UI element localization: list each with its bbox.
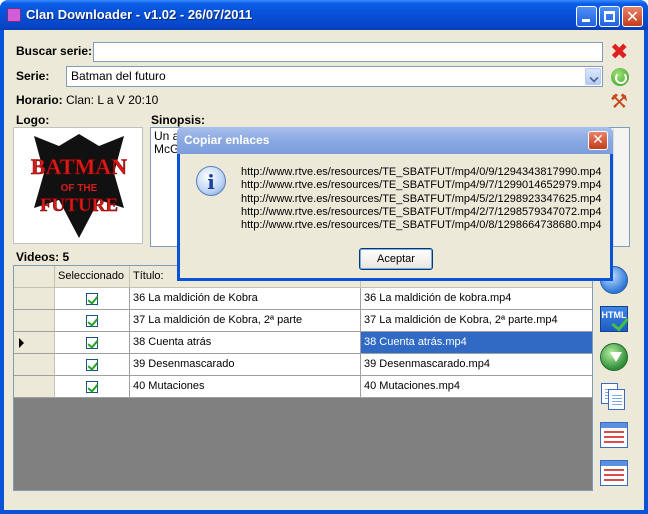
maximize-button[interactable] (599, 6, 620, 27)
schedule-label: Horario: (16, 93, 63, 107)
minimize-icon (582, 19, 590, 22)
export-html-button[interactable]: HTML (600, 306, 630, 336)
dialog-close-button[interactable]: ✕ (588, 131, 608, 150)
url-line: http://www.rtve.es/resources/TE_SBATFUT/… (241, 192, 602, 205)
clear-search-icon[interactable]: ✖ (610, 42, 628, 64)
copy-links-dialog: Copiar enlaces ✕ i http://www.rtve.es/re… (177, 127, 613, 281)
videos-count-label: Videos: 5 (16, 250, 70, 264)
series-selected-value: Batman del futuro (71, 69, 166, 83)
row-title[interactable]: 36 La maldición de Kobra (130, 288, 361, 310)
row-file[interactable]: 37 La maldición de Kobra, 2ª parte.mp4 (361, 310, 592, 332)
column-header-selected[interactable]: Seleccionado (55, 266, 130, 288)
schedule-value: Clan: L a V 20:10 (66, 93, 159, 107)
row-header[interactable] (14, 376, 55, 398)
logo-text-1: BATMAN (31, 154, 127, 179)
logo-text-3: FUTURE (40, 195, 118, 216)
html-icon: HTML (600, 306, 628, 332)
row-header[interactable] (14, 332, 55, 354)
close-icon: ✕ (592, 132, 604, 148)
checkbox-checked-icon[interactable] (86, 359, 98, 371)
refresh-icon[interactable] (611, 68, 629, 86)
search-input[interactable] (93, 42, 603, 62)
select-none-button[interactable] (600, 460, 630, 490)
row-file[interactable]: 40 Mutaciones.mp4 (361, 376, 592, 398)
row-file[interactable]: 39 Desenmascarado.mp4 (361, 354, 592, 376)
tools-icon[interactable]: ⚒ (610, 91, 628, 111)
row-title[interactable]: 38 Cuenta atrás (130, 332, 361, 354)
url-line: http://www.rtve.es/resources/TE_SBATFUT/… (241, 166, 602, 178)
url-line: http://www.rtve.es/resources/TE_SBATFUT/… (241, 205, 602, 218)
checkbox-checked-icon[interactable] (86, 381, 98, 393)
dialog-body: i http://www.rtve.es/resources/TE_SBATFU… (180, 154, 610, 278)
url-list: http://www.rtve.es/resources/TE_SBATFUT/… (241, 166, 602, 232)
url-line: http://www.rtve.es/resources/TE_SBATFUT/… (241, 219, 602, 232)
copy-icon (600, 382, 628, 412)
download-button[interactable] (600, 343, 630, 373)
row-header[interactable] (14, 288, 55, 310)
checkbox-checked-icon[interactable] (86, 315, 98, 327)
row-header[interactable] (14, 310, 55, 332)
window-title: Clan Downloader - v1.02 - 26/07/2011 (26, 7, 253, 22)
batman-logo-image: BATMAN OF THE FUTURE (31, 134, 127, 238)
logo-label: Logo: (16, 113, 50, 127)
row-checkbox-cell[interactable] (55, 354, 130, 376)
url-line: http://www.rtve.es/resources/TE_SBATFUT/… (241, 179, 602, 192)
globe-download-icon (600, 343, 628, 371)
row-checkbox-cell[interactable] (55, 376, 130, 398)
series-logo: BATMAN OF THE FUTURE (13, 127, 143, 244)
grid-header-corner (14, 266, 55, 288)
checkbox-checked-icon[interactable] (86, 337, 98, 349)
series-select[interactable]: Batman del futuro (66, 66, 603, 87)
checklist-icon (600, 460, 628, 486)
title-bar[interactable]: Clan Downloader - v1.02 - 26/07/2011 ✕ (0, 0, 648, 30)
row-checkbox-cell[interactable] (55, 310, 130, 332)
logo-text-2: OF THE (61, 183, 98, 194)
row-title[interactable]: 37 La maldición de Kobra, 2ª parte (130, 310, 361, 332)
info-icon: i (196, 166, 226, 196)
row-file-selected[interactable]: 38 Cuenta atrás.mp4 (361, 332, 592, 354)
maximize-icon (604, 11, 615, 22)
row-checkbox-cell[interactable] (55, 288, 130, 310)
select-all-button[interactable] (600, 422, 630, 452)
close-icon: ✕ (625, 7, 640, 26)
app-icon (7, 8, 21, 22)
synopsis-scrollbar[interactable] (613, 128, 629, 246)
dialog-title-bar[interactable]: Copiar enlaces ✕ (177, 127, 613, 154)
synopsis-text: Un a McG (154, 129, 180, 156)
checklist-icon (600, 422, 628, 448)
row-checkbox-cell[interactable] (55, 332, 130, 354)
accept-button[interactable]: Aceptar (359, 248, 433, 270)
row-header[interactable] (14, 354, 55, 376)
synopsis-label: Sinopsis: (151, 113, 206, 127)
minimize-button[interactable] (576, 6, 597, 27)
row-title[interactable]: 39 Desenmascarado (130, 354, 361, 376)
series-label: Serie: (16, 69, 50, 83)
search-label: Buscar serie: (16, 44, 93, 58)
copy-links-button[interactable] (600, 382, 630, 412)
checkbox-checked-icon[interactable] (86, 293, 98, 305)
dialog-title: Copiar enlaces (184, 133, 270, 147)
row-title[interactable]: 40 Mutaciones (130, 376, 361, 398)
row-file[interactable]: 36 La maldición de kobra.mp4 (361, 288, 592, 310)
current-row-arrow-icon (19, 338, 24, 348)
chevron-down-icon[interactable] (585, 68, 601, 85)
close-button[interactable]: ✕ (622, 6, 643, 27)
videos-grid[interactable]: Seleccionado Título: 36 La maldición de … (13, 265, 593, 491)
